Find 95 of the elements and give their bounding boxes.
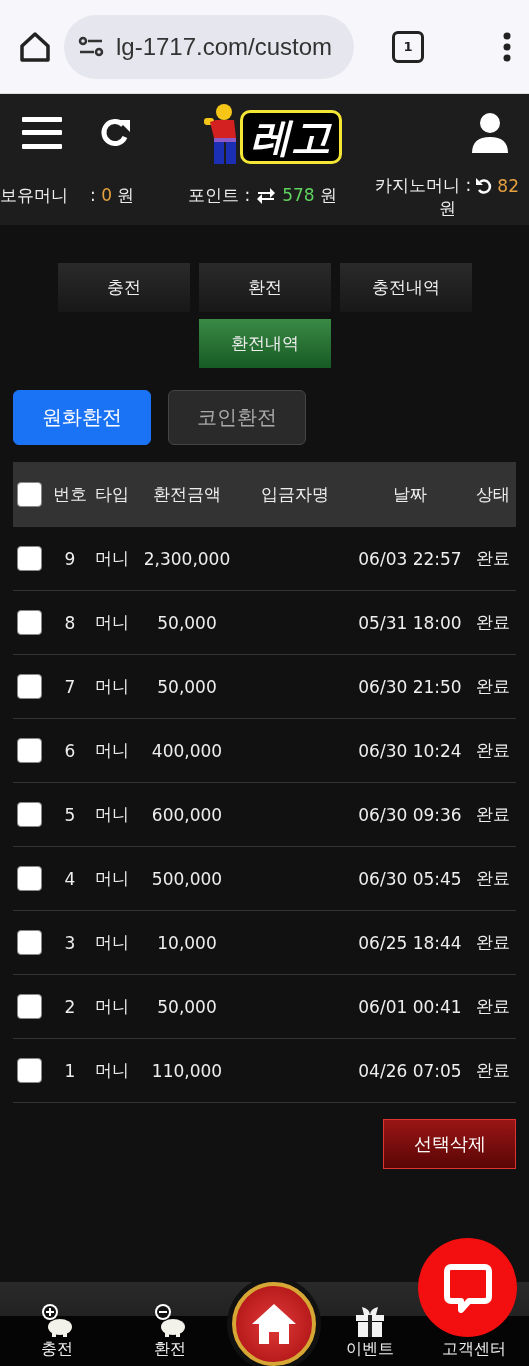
menu-icon[interactable] [22, 116, 62, 150]
table-cell-text: 머니 [94, 931, 130, 954]
table-cell-text: 06/30 09:36 [357, 804, 463, 825]
row-checkbox[interactable] [17, 674, 42, 699]
row-checkbox[interactable] [17, 546, 42, 571]
table-cell-text: 머니 [94, 611, 130, 634]
column-header: 입금자명 [260, 482, 330, 506]
table-cell-text: 2,300,000 [142, 548, 232, 569]
url-text: lg-1717.com/custom [116, 32, 333, 61]
table-cell-text: 4 [63, 868, 77, 889]
casino-money-unit: 원 [438, 197, 456, 220]
site-settings-icon[interactable] [78, 35, 104, 58]
table-cell-text: 머니 [94, 867, 130, 890]
table-cell-text: 머니 [94, 739, 130, 762]
logo-text[interactable]: 레고 [240, 110, 342, 164]
tab-count-button[interactable]: 1 [392, 30, 424, 63]
column-header: 타입 [94, 482, 130, 506]
menu-button[interactable]: 환전 [198, 263, 331, 312]
table-cell-text: 완료 [474, 1059, 511, 1082]
table-cell-text: 완료 [474, 739, 511, 762]
row-checkbox[interactable] [17, 994, 42, 1019]
table-cell-text: 머니 [94, 995, 130, 1018]
table-cell-text: 50,000 [156, 612, 218, 633]
table-cell-text: 완료 [474, 675, 511, 698]
table-cell-text: 110,000 [150, 1060, 224, 1081]
casino-money-value: 82 [497, 175, 519, 196]
table-cell-text: 500,000 [150, 868, 224, 889]
table-cell-text: 06/03 22:57 [357, 548, 463, 569]
table-cell-text: 50,000 [156, 996, 218, 1017]
table-cell-text: 06/30 21:50 [357, 676, 463, 697]
nav-item[interactable]: 환전 [154, 1303, 186, 1366]
table-cell-text: 06/30 05:45 [357, 868, 463, 889]
table-cell-text: 06/25 18:44 [357, 932, 463, 953]
table-cell-text: 머니 [94, 803, 130, 826]
table-cell-text: 3 [63, 932, 77, 953]
home-icon[interactable] [18, 29, 52, 64]
casino-money-label: 카지노머니 : [375, 174, 472, 197]
column-header: 번호 [52, 482, 88, 506]
table-cell-text: 머니 [94, 675, 130, 698]
refresh-icon[interactable] [475, 176, 494, 195]
table-cell-text: 600,000 [150, 804, 224, 825]
column-header: 상태 [474, 482, 511, 506]
menu-button[interactable]: 환전내역 [198, 319, 331, 368]
balance-value: : 0 원 [90, 184, 135, 207]
nav-item[interactable]: 충전 [41, 1303, 73, 1366]
table-cell-text: 완료 [474, 611, 511, 634]
table-cell-text: 9 [63, 548, 77, 569]
select-all-checkbox[interactable] [17, 481, 42, 507]
row-checkbox[interactable] [17, 930, 42, 955]
piggy-bank-icon [41, 1303, 73, 1337]
row-checkbox[interactable] [17, 1058, 42, 1083]
chat-bubble-icon [442, 1262, 493, 1313]
user-icon[interactable] [471, 112, 509, 154]
row-checkbox[interactable] [17, 610, 42, 635]
menu-button[interactable]: 충전 [57, 263, 190, 312]
table-cell-text: 완료 [474, 995, 511, 1018]
column-header: 환전금액 [152, 482, 222, 506]
table-cell-text: 400,000 [150, 740, 224, 761]
table-cell-text: 6 [63, 740, 77, 761]
delete-selected-button[interactable]: 선택삭제 [383, 1119, 516, 1169]
more-icon[interactable] [503, 31, 511, 62]
exchange-type-tab[interactable]: 원화환전 [13, 390, 151, 445]
exchange-icon[interactable] [256, 187, 277, 204]
table-cell-text: 5 [63, 804, 77, 825]
table-cell-text: 7 [63, 676, 77, 697]
table-cell-text: 2 [63, 996, 77, 1017]
piggy-bank-icon [154, 1303, 186, 1337]
exchange-type-tab[interactable]: 코인환전 [168, 390, 306, 445]
row-checkbox[interactable] [17, 866, 42, 891]
table-cell-text: 10,000 [156, 932, 218, 953]
row-checkbox[interactable] [17, 738, 42, 763]
gift-icon [354, 1305, 386, 1337]
column-header: 날짜 [392, 482, 428, 506]
table-cell-text: 05/31 18:00 [357, 612, 463, 633]
table-cell-text: 머니 [94, 547, 130, 570]
table-cell-text: 8 [63, 612, 77, 633]
table-cell-text: 머니 [94, 1059, 130, 1082]
row-checkbox[interactable] [17, 802, 42, 827]
table-cell-text: 완료 [474, 803, 511, 826]
menu-button[interactable]: 충전내역 [339, 263, 472, 312]
table-cell-text: 04/26 07:05 [357, 1060, 463, 1081]
table-cell-text: 완료 [474, 931, 511, 954]
table-cell-text: 완료 [474, 867, 511, 890]
point-label: 포인트 : [188, 184, 251, 207]
table-cell-text: 50,000 [156, 676, 218, 697]
address-bar[interactable]: lg-1717.com/custom [64, 14, 354, 79]
table-cell-text: 1 [63, 1060, 77, 1081]
table-cell-text: 06/30 10:24 [357, 740, 463, 761]
nav-item[interactable]: 이벤트 [346, 1305, 394, 1366]
home-icon [250, 1302, 298, 1346]
table-cell-text: 완료 [474, 547, 511, 570]
balance-label: 보유머니 [0, 184, 68, 207]
nav-item[interactable]: 고객센터 [441, 1339, 506, 1366]
table-cell-text: 06/01 00:41 [357, 996, 463, 1017]
point-value: 578 원 [282, 184, 337, 207]
